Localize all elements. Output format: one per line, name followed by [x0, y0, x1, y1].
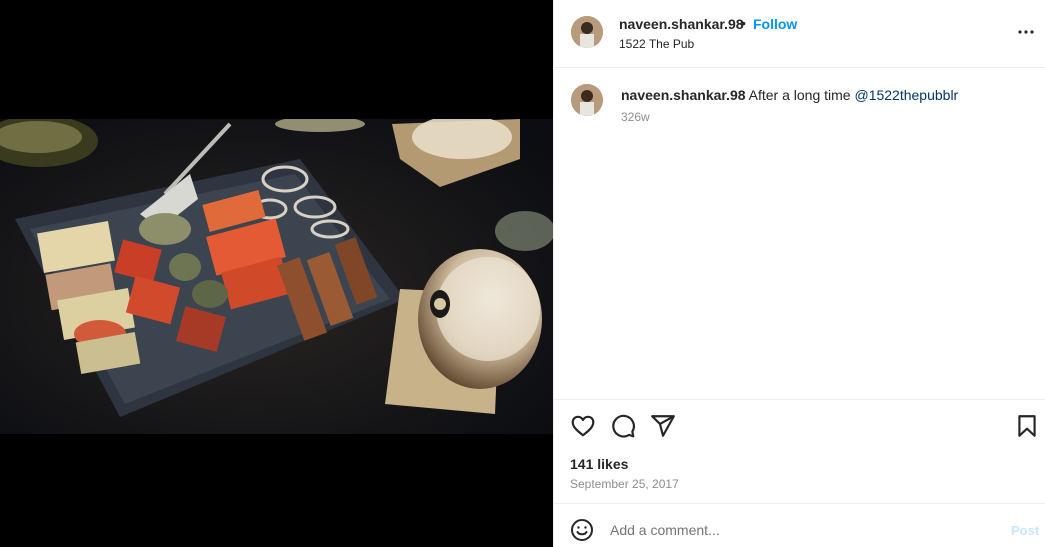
author-username[interactable]: naveen.shankar.98 [619, 16, 744, 32]
more-options-icon[interactable] [1014, 20, 1038, 44]
media-area [0, 0, 553, 547]
post-side-panel: naveen.shankar.98 • Follow 1522 The Pub … [553, 0, 1045, 547]
bookmark-icon[interactable] [1014, 413, 1040, 439]
caption-text: After a long time [745, 87, 855, 103]
action-bar: 141 likes September 25, 2017 [554, 399, 1045, 503]
comment-input[interactable] [610, 515, 990, 545]
caption-time: 326w [621, 110, 650, 124]
food-platter-photo [0, 119, 553, 434]
comment-icon[interactable] [610, 413, 636, 439]
caption-mention[interactable]: @1522thepubblr [854, 87, 958, 103]
post-header: naveen.shankar.98 • Follow 1522 The Pub [554, 0, 1045, 68]
author-avatar[interactable] [571, 16, 603, 48]
post-photo[interactable] [0, 119, 553, 434]
follow-button[interactable]: Follow [753, 16, 797, 32]
caption: naveen.shankar.98 After a long time @152… [621, 86, 1031, 104]
caption-avatar[interactable] [571, 84, 603, 116]
likes-count[interactable]: 141 likes [570, 456, 628, 472]
separator-dot: • [741, 15, 746, 31]
post-date: September 25, 2017 [570, 477, 679, 491]
comment-bar: Post [554, 503, 1045, 547]
post-location[interactable]: 1522 The Pub [619, 37, 694, 51]
emoji-icon[interactable] [570, 518, 594, 542]
caption-username[interactable]: naveen.shankar.98 [621, 87, 746, 103]
heart-icon[interactable] [570, 413, 596, 439]
send-icon[interactable] [650, 413, 676, 439]
comments-area: naveen.shankar.98 After a long time @152… [554, 69, 1045, 399]
post-comment-button[interactable]: Post [1011, 523, 1039, 538]
